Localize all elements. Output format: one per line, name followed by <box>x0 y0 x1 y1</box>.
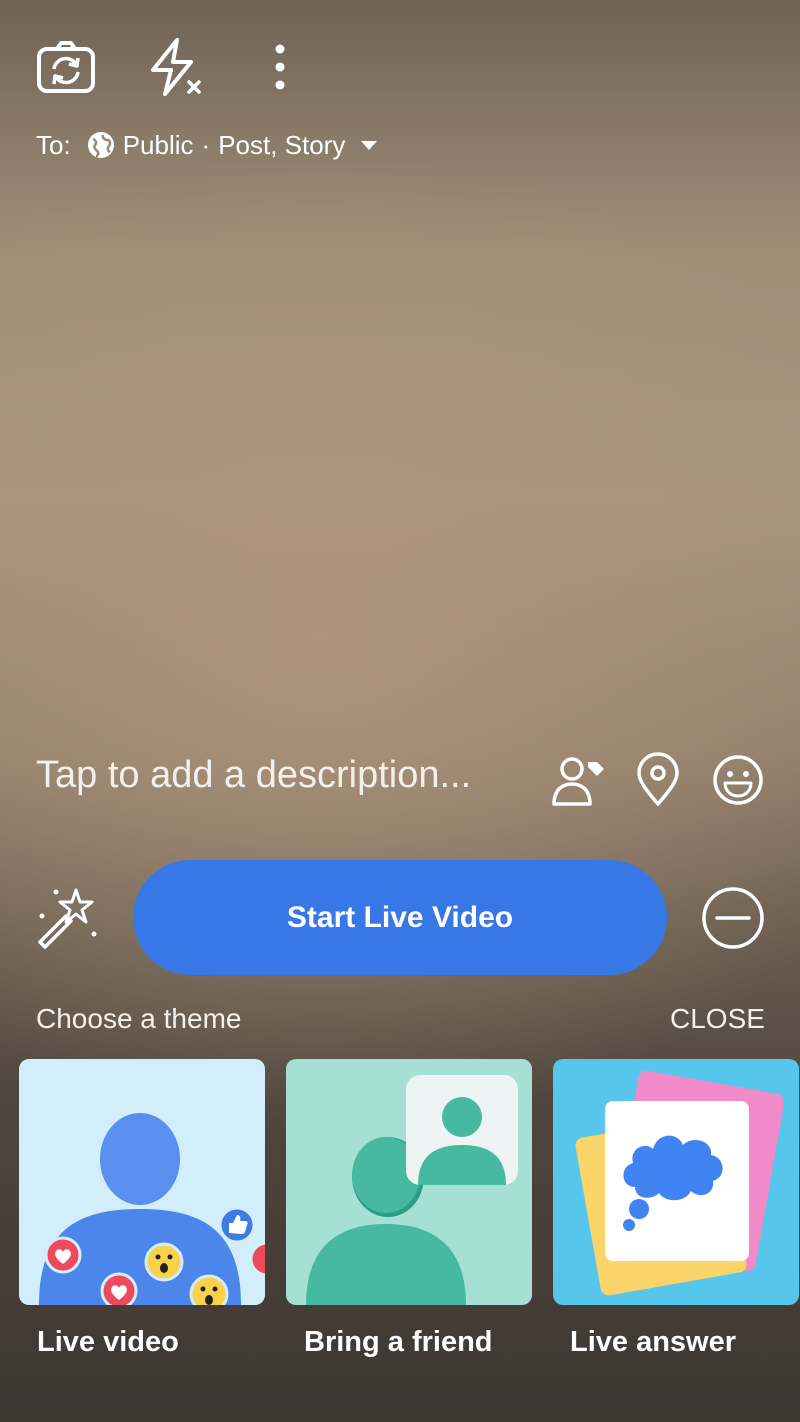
flip-camera-icon[interactable] <box>35 36 97 98</box>
emoji-icon[interactable] <box>710 752 766 808</box>
theme-title-bring-a-friend: Bring a friend <box>304 1326 493 1358</box>
theme-card-live-video[interactable] <box>19 1059 265 1305</box>
live-answer-illustration <box>575 1070 785 1296</box>
tag-people-icon[interactable] <box>550 752 606 808</box>
theme-title-live-answer: Live answer <box>570 1326 737 1358</box>
live-video-illustration <box>39 1113 265 1305</box>
caret-down-icon <box>359 138 379 152</box>
description-input[interactable]: Tap to add a description... <box>36 754 471 797</box>
audience-selector[interactable]: To: Public · Post, Story <box>36 126 387 164</box>
bring-a-friend-illustration <box>306 1075 518 1305</box>
theme-title-live-video: Live video <box>37 1326 179 1358</box>
flash-off-icon[interactable] <box>143 36 205 98</box>
close-themes-button[interactable]: CLOSE <box>670 1003 765 1035</box>
start-live-video-button[interactable]: Start Live Video <box>133 860 667 975</box>
more-options-icon[interactable] <box>249 36 311 98</box>
globe-icon <box>87 131 115 159</box>
theme-card-bring-a-friend[interactable] <box>286 1059 532 1305</box>
magic-wand-icon[interactable] <box>34 884 100 950</box>
audience-privacy: Public <box>122 129 194 160</box>
audience-destinations: Post, Story <box>218 129 346 160</box>
location-pin-icon[interactable] <box>630 752 686 808</box>
minus-circle-icon[interactable] <box>701 886 765 950</box>
audience-prefix: To: <box>36 129 71 160</box>
choose-theme-heading: Choose a theme <box>36 1003 242 1034</box>
theme-card-live-answer[interactable] <box>553 1059 799 1305</box>
audience-separator: · <box>201 129 211 160</box>
